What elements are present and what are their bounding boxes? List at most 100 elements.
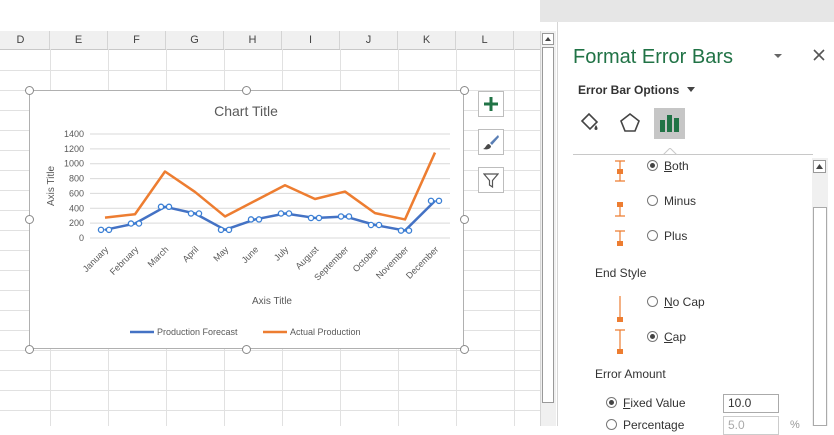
error-bar-handle[interactable] [97,226,105,234]
direction-minus-label[interactable]: Minus [664,194,696,208]
no-cap-icon [617,296,623,322]
column-header-h[interactable]: H [224,31,282,49]
column-header-row: DEFGHIJKL [0,31,540,50]
pane-options-dropdown-icon[interactable] [773,51,783,61]
end-style-cap-radio[interactable] [647,331,658,342]
direction-both-label[interactable]: Both [664,159,689,173]
pane-scroll-up-button[interactable] [813,160,826,173]
direction-both-radio[interactable] [647,160,658,171]
scroll-up-button[interactable] [542,33,554,45]
y-axis-title[interactable]: Axis Title [46,166,57,206]
end-style-cap-label[interactable]: Cap [664,330,686,344]
error-bar-handle[interactable] [405,227,413,234]
percent-unit: % [790,419,800,431]
close-icon[interactable] [813,49,825,61]
error-bar-handle[interactable] [135,220,143,227]
end-style-no-cap-label[interactable]: No Cap [664,295,705,309]
error-bar-handle[interactable] [195,210,203,217]
grid-row-line [0,70,540,71]
x-tick-label: December [404,244,440,280]
grid-row-line [0,390,540,391]
error-bar-handle[interactable] [315,214,323,222]
x-axis-title[interactable]: Axis Title [252,296,292,307]
x-tick-label: May [211,244,230,263]
error-bar-handle[interactable] [277,210,285,217]
error-bar-handle[interactable] [375,221,383,229]
effects-tab[interactable] [615,109,645,139]
column-header-e[interactable]: E [50,31,108,49]
error-bar-handle[interactable] [105,226,113,234]
end-style-heading: End Style [595,266,647,280]
scroll-thumb[interactable] [542,47,554,403]
resize-handle-bm[interactable] [242,345,251,354]
error-bar-handle[interactable] [435,197,443,205]
sheet-vertical-scrollbar[interactable] [540,31,556,426]
error-bar-handle[interactable] [157,203,165,211]
error-bar-handle[interactable] [285,210,293,217]
error-bar-handle[interactable] [217,226,225,234]
chart-legend[interactable]: Production Forecast Actual Production [130,327,361,337]
percentage-label[interactable]: Percentage [623,418,684,432]
chevron-down-icon [686,87,695,92]
resize-handle-tr[interactable] [460,86,469,95]
column-header-j[interactable]: J [340,31,398,49]
chart-styles-button[interactable] [478,129,504,155]
error-bar-handle[interactable] [127,220,135,227]
y-tick-label: 800 [69,174,84,184]
fill-line-tab[interactable] [574,109,604,139]
resize-handle-br[interactable] [460,345,469,354]
minus-direction-icon [615,202,625,217]
y-tick-label: 1000 [64,159,84,169]
grid-row-line [0,370,540,371]
end-style-no-cap-radio[interactable] [647,296,658,307]
direction-plus-radio[interactable] [647,230,658,241]
chart-title[interactable]: Chart Title [214,103,278,119]
resize-handle-tl[interactable] [25,86,34,95]
plus-direction-icon [615,230,625,246]
pane-scroll-thumb[interactable] [813,207,827,426]
direction-plus-label[interactable]: Plus [664,229,687,243]
resize-handle-bl[interactable] [25,345,34,354]
resize-handle-tm[interactable] [242,86,251,95]
resize-handle-ml[interactable] [25,215,34,224]
both-direction-icon [615,160,625,182]
error-bar-handle[interactable] [187,210,195,217]
series-line-1[interactable] [104,152,437,221]
error-bar-options-dropdown[interactable]: Error Bar Options [578,83,696,97]
chart-filters-button[interactable] [478,167,504,193]
error-bar-handle[interactable] [427,197,435,205]
error-bar-handle[interactable] [367,221,375,229]
error-bar-handle[interactable] [337,213,345,220]
paint-bucket-icon [580,112,599,131]
error-bar-handle[interactable] [397,227,405,234]
error-bar-handle[interactable] [345,213,353,220]
pane-title: Format Error Bars [573,46,734,68]
direction-minus-radio[interactable] [647,195,658,206]
fixed-value-input[interactable]: 10.0 [723,394,779,413]
triangle-up-icon [545,37,551,41]
line-chart[interactable]: Chart Title Axis Title Axis Title 0 200 40… [29,90,464,349]
format-error-bars-pane: Format Error Bars Error Bar Options Both… [557,22,834,435]
fixed-value-radio[interactable] [606,397,617,408]
column-header-k[interactable]: K [398,31,456,49]
chart-plot-svg: Chart Title Axis Title Axis Title 0 200 40… [46,103,450,337]
error-bar-handle[interactable] [307,214,315,222]
pane-scrollbar[interactable] [812,158,828,426]
error-bar-options-tab[interactable] [654,108,685,139]
column-header-l[interactable]: L [456,31,514,49]
error-bar-handle[interactable] [255,216,263,223]
brush-icon [483,135,499,150]
resize-handle-mr[interactable] [460,215,469,224]
legend-label-0: Production Forecast [157,327,238,337]
column-header-d[interactable]: D [0,31,50,49]
column-header-i[interactable]: I [282,31,340,49]
error-bar-handle[interactable] [225,226,233,234]
column-header-f[interactable]: F [108,31,166,49]
column-header-g[interactable]: G [166,31,224,49]
chart-elements-button[interactable] [478,91,504,117]
cap-icon [615,329,625,354]
fixed-value-label[interactable]: Fixed Value [623,396,686,410]
percentage-radio[interactable] [606,419,617,430]
error-bar-handle[interactable] [165,203,173,211]
error-bar-handle[interactable] [247,216,255,223]
